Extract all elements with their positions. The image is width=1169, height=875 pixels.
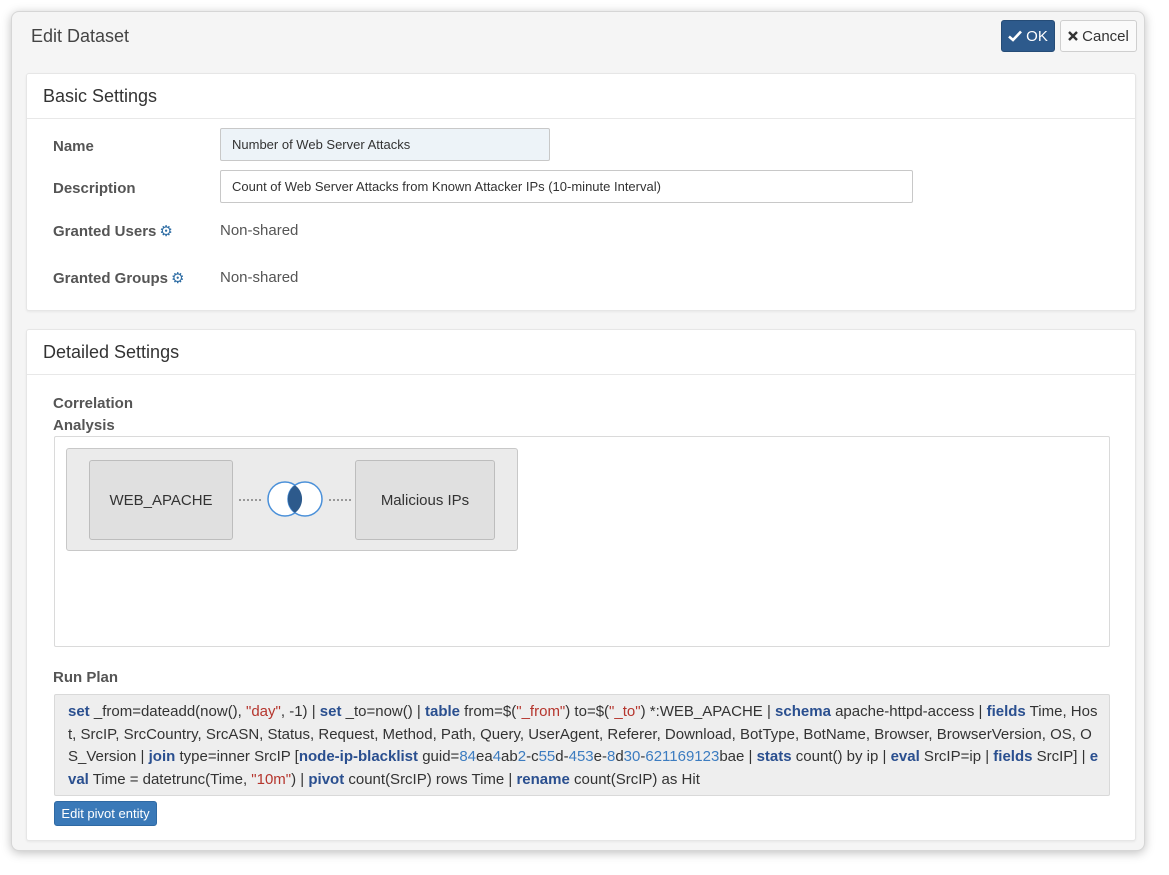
gear-icon[interactable]: ⚙ <box>171 270 184 287</box>
run-plan-token: SrcIP=ip | <box>919 748 994 765</box>
run-plan-token: apache-httpd-access | <box>830 703 987 720</box>
run-plan-token: ) to=$( <box>565 703 610 720</box>
right-connector <box>329 499 351 501</box>
detailed-settings-heading: Detailed Settings <box>27 330 1135 375</box>
run-plan-token: d- <box>555 748 569 765</box>
ok-label: OK <box>1026 27 1048 45</box>
run-plan-token: d <box>615 748 624 765</box>
run-plan-token: bae | <box>719 748 757 765</box>
granted-users-label: Granted Users <box>53 223 157 240</box>
edit-dataset-dialog: Edit Dataset OK Cancel Basic Settings Na… <box>11 11 1145 851</box>
run-plan-token: pivot <box>308 770 345 788</box>
run-plan-token: 30 <box>623 748 641 765</box>
granted-groups-row: Granted Groups ⚙ <box>53 269 184 287</box>
close-icon <box>1068 31 1078 41</box>
run-plan-token: ) *:WEB_APACHE | <box>640 703 776 720</box>
run-plan-token: "_from" <box>516 703 566 720</box>
run-plan-token: guid= <box>418 748 460 765</box>
correlation-flow: WEB_APACHE Malicious IPs <box>66 448 518 551</box>
run-plan-token: -c <box>526 748 539 765</box>
run-plan-token: table <box>424 703 460 720</box>
correlation-canvas[interactable]: WEB_APACHE Malicious IPs <box>54 436 1110 647</box>
left-source-node[interactable]: WEB_APACHE <box>89 460 233 540</box>
run-plan-token: set <box>68 703 90 720</box>
run-plan-token: Time = datetrunc(Time, <box>88 770 252 788</box>
correlation-label-line2: Analysis <box>53 417 115 434</box>
description-input[interactable]: Count of Web Server Attacks from Known A… <box>220 170 913 203</box>
run-plan-token: type=inner SrcIP [ <box>175 748 299 765</box>
detailed-settings-panel: Detailed Settings Correlation Analysis W… <box>26 329 1136 841</box>
correlation-analysis-label: Correlation Analysis <box>53 393 133 437</box>
run-plan-token: "day" <box>246 703 281 720</box>
ok-button[interactable]: OK <box>1001 20 1055 52</box>
run-plan-token: "10m" <box>251 770 292 788</box>
run-plan-token: _from=dateadd(now(), <box>89 703 247 720</box>
run-plan-token: 453 <box>568 748 594 765</box>
granted-groups-label: Granted Groups <box>53 270 169 287</box>
run-plan-token: 621169123 <box>645 748 720 765</box>
run-plan-token: schema <box>775 703 831 720</box>
run-plan-token: 2 <box>517 748 527 765</box>
granted-groups-value: Non-shared <box>220 269 299 286</box>
run-plan-token: rename <box>516 770 570 788</box>
run-plan-token: 4 <box>492 748 502 765</box>
cancel-button[interactable]: Cancel <box>1060 20 1137 52</box>
correlation-label-line1: Correlation <box>53 395 134 412</box>
run-plan-query: set _from=dateadd(now(), "day", -1) | se… <box>54 694 1110 796</box>
run-plan-token: fields <box>993 748 1033 765</box>
run-plan-token: eval <box>890 748 920 765</box>
run-plan-token: SrcIP] | <box>1032 748 1090 765</box>
run-plan-token: 84 <box>459 748 477 765</box>
granted-users-value: Non-shared <box>220 222 299 239</box>
run-plan-token: , -1) | <box>280 703 320 720</box>
run-plan-token: "_to" <box>609 703 641 720</box>
run-plan-token: count(SrcIP) as Hit <box>569 770 700 788</box>
name-input[interactable]: Number of Web Server Attacks <box>220 128 550 161</box>
right-source-node[interactable]: Malicious IPs <box>355 460 495 540</box>
run-plan-token: count(SrcIP) rows Time | <box>344 770 517 788</box>
run-plan-token: count() by ip | <box>791 748 891 765</box>
edit-pivot-entity-button[interactable]: Edit pivot entity <box>54 801 157 826</box>
run-plan-token: ab <box>501 748 518 765</box>
cancel-label: Cancel <box>1082 27 1129 45</box>
check-icon <box>1008 30 1023 42</box>
run-plan-token: fields <box>986 703 1026 720</box>
run-plan-token: from=$( <box>460 703 517 720</box>
run-plan-token: ) | <box>291 770 309 788</box>
run-plan-token: ea <box>476 748 493 765</box>
run-plan-token: e- <box>593 748 607 765</box>
basic-settings-heading: Basic Settings <box>27 74 1135 119</box>
description-label: Description <box>53 180 136 197</box>
run-plan-token: join <box>148 748 176 765</box>
run-plan-token: 55 <box>538 748 556 765</box>
left-connector <box>239 499 261 501</box>
run-plan-token: set <box>319 703 342 720</box>
dialog-title: Edit Dataset <box>31 26 130 46</box>
basic-settings-panel: Basic Settings Name Number of Web Server… <box>26 73 1136 311</box>
run-plan-label: Run Plan <box>53 669 119 686</box>
gear-icon[interactable]: ⚙ <box>159 223 172 240</box>
inner-join-icon[interactable] <box>266 480 324 518</box>
run-plan-token: stats <box>756 748 792 765</box>
run-plan-token: node-ip-blacklist <box>298 748 419 765</box>
name-label: Name <box>53 138 94 155</box>
granted-users-row: Granted Users ⚙ <box>53 222 173 240</box>
run-plan-token: _to=now() | <box>341 703 425 720</box>
